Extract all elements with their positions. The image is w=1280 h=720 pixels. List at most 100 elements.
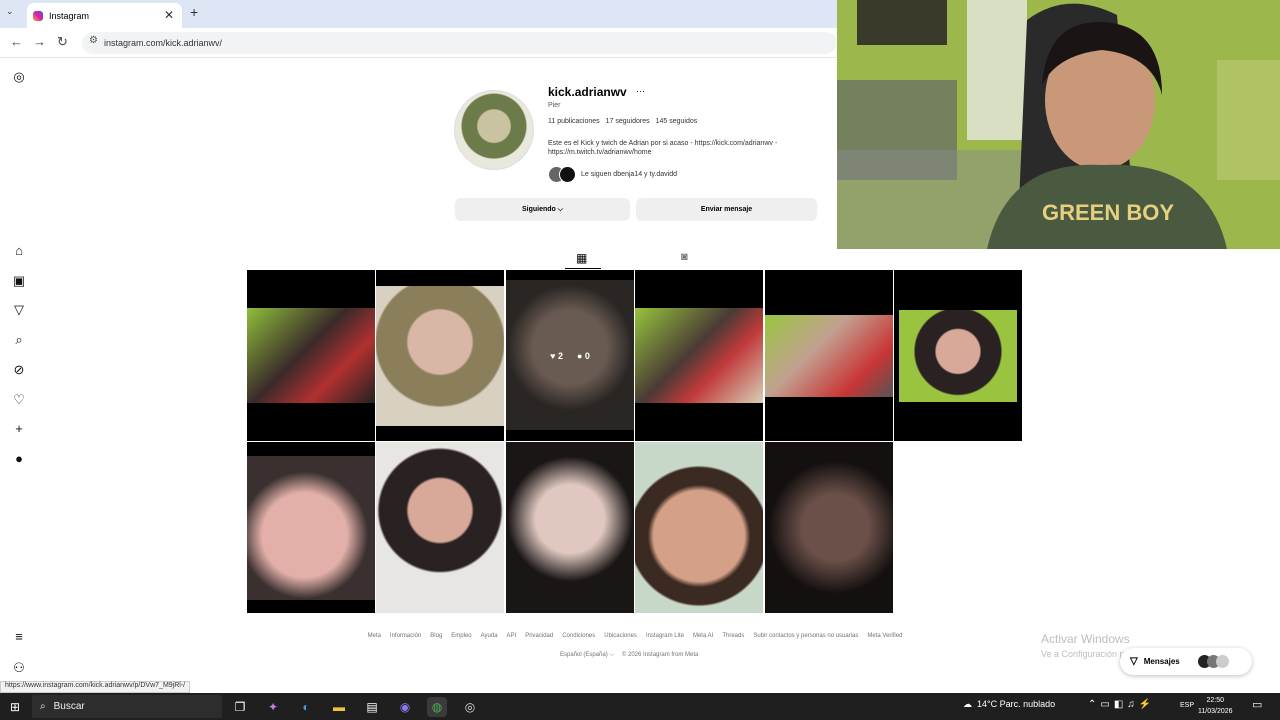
store-icon[interactable]: ▤ bbox=[362, 697, 382, 717]
status-bar-url: https://www.instagram.com/kick.adrianwv/… bbox=[0, 681, 191, 693]
post-hover-overlay: ♥ 2 ● 0 bbox=[506, 270, 634, 441]
webcam-overlay: GREEN BOY bbox=[837, 0, 1280, 249]
taskbar-search-label: Buscar bbox=[53, 701, 85, 712]
post-thumbnail[interactable] bbox=[635, 442, 763, 613]
search-icon[interactable]: ⌕ bbox=[11, 332, 27, 348]
post-image bbox=[899, 310, 1017, 402]
footer-link[interactable]: Meta Verified bbox=[867, 633, 902, 639]
explore-icon[interactable]: ⊘ bbox=[11, 362, 27, 378]
taskbar-search[interactable]: ⌕ Buscar bbox=[32, 695, 222, 718]
messages-label: Mensajes bbox=[1143, 657, 1180, 666]
file-explorer-icon[interactable]: ▬ bbox=[329, 697, 349, 717]
more-options-icon[interactable]: ··· bbox=[636, 86, 645, 96]
language-indicator[interactable]: ESP bbox=[1180, 702, 1194, 709]
footer-link[interactable]: Meta bbox=[368, 633, 381, 639]
notifications-icon[interactable]: ▭ bbox=[1252, 698, 1262, 711]
send-message-button[interactable]: Enviar mensaje bbox=[636, 198, 817, 221]
post-thumbnail[interactable] bbox=[635, 270, 763, 441]
post-thumbnail[interactable]: ♥ 2 ● 0 bbox=[506, 270, 634, 441]
also-from-meta-icon[interactable]: ⚇ bbox=[11, 660, 27, 676]
forward-icon[interactable]: → bbox=[33, 34, 46, 49]
post-thumbnail[interactable] bbox=[894, 270, 1022, 441]
followers-count[interactable]: 17 seguidores bbox=[606, 118, 650, 125]
footer-link[interactable]: Información bbox=[390, 633, 421, 639]
following-button[interactable]: Siguiendo ⌵ bbox=[455, 198, 630, 221]
post-thumbnail[interactable] bbox=[247, 270, 375, 441]
profile-stats: 11 publicaciones 17 seguidores 145 segui… bbox=[548, 118, 697, 125]
tab-title: Instagram bbox=[49, 10, 90, 21]
instagram-logo-icon[interactable]: ◎ bbox=[11, 69, 27, 85]
footer-link[interactable]: Condiciones bbox=[562, 633, 595, 639]
post-thumbnail[interactable] bbox=[506, 442, 634, 613]
footer-link[interactable]: Ubicaciones bbox=[604, 633, 637, 639]
weather-icon: ☁ bbox=[963, 699, 972, 709]
post-image bbox=[506, 442, 634, 613]
messages-avatars bbox=[1197, 655, 1229, 668]
create-icon[interactable]: + bbox=[11, 421, 27, 437]
post-image bbox=[247, 308, 375, 403]
profile-avatar-icon[interactable]: ● bbox=[11, 451, 27, 467]
copilot-icon[interactable]: ✦ bbox=[263, 697, 283, 717]
post-thumbnail[interactable] bbox=[247, 442, 375, 613]
watermark-title: Activar Windows bbox=[1041, 632, 1130, 646]
url-text: instagram.com/kick.adrianwv/ bbox=[104, 38, 223, 48]
post-thumbnail[interactable] bbox=[376, 442, 504, 613]
obs-icon[interactable]: ◎ bbox=[460, 697, 480, 717]
windows-start-icon[interactable]: ⊞ bbox=[10, 700, 20, 714]
following-count[interactable]: 145 seguidos bbox=[656, 118, 698, 125]
followed-by[interactable]: Le siguen dbenja14 y ty.davidd bbox=[548, 166, 677, 183]
footer-link[interactable]: Blog bbox=[430, 633, 442, 639]
reels-icon[interactable]: ▣ bbox=[11, 273, 27, 289]
comments-count: ● 0 bbox=[576, 350, 590, 361]
post-image bbox=[635, 308, 763, 403]
tagged-tab-icon[interactable]: ◙ bbox=[681, 251, 688, 263]
weather-text: 14°C Parc. nublado bbox=[977, 699, 1056, 709]
footer-link[interactable]: Threads bbox=[722, 633, 744, 639]
footer-link[interactable]: Empleo bbox=[451, 633, 471, 639]
taskbar-clock[interactable]: 22:50 11/03/2026 bbox=[1198, 695, 1233, 717]
task-view-icon[interactable]: ❐ bbox=[230, 697, 250, 717]
discord-icon[interactable]: ◉ bbox=[395, 697, 415, 717]
bio-line: Este es el Kick y twich de Adrian por si… bbox=[548, 140, 778, 147]
footer-link[interactable]: Privacidad bbox=[525, 633, 553, 639]
site-info-icon[interactable]: ⚙ bbox=[89, 35, 98, 46]
follower-avatar bbox=[559, 166, 576, 183]
bio-link[interactable]: https://m.twitch.tv/adrianwv/home bbox=[548, 148, 813, 157]
menu-icon[interactable]: ≡ bbox=[11, 629, 27, 645]
notifications-heart-icon[interactable]: ♡ bbox=[11, 392, 27, 408]
footer-link[interactable]: Instagram Lite bbox=[646, 633, 684, 639]
post-thumbnail[interactable] bbox=[765, 270, 893, 441]
reload-icon[interactable]: ↻ bbox=[57, 34, 68, 50]
footer-link[interactable]: Meta AI bbox=[693, 633, 713, 639]
home-icon[interactable]: ⌂ bbox=[11, 243, 27, 259]
chrome-icon[interactable]: ◍ bbox=[427, 697, 447, 717]
close-tab-icon[interactable]: ✕ bbox=[164, 8, 174, 22]
back-icon[interactable]: ← bbox=[10, 34, 23, 49]
post-image bbox=[765, 442, 893, 613]
browser-tab[interactable]: Instagram ✕ bbox=[27, 3, 182, 28]
weather-widget[interactable]: ☁ 14°C Parc. nublado bbox=[963, 699, 1055, 710]
system-tray-icons[interactable]: ⌃▭◧♫⚡ bbox=[1088, 699, 1155, 710]
browser-tab-bar: ⌄ Instagram ✕ + bbox=[0, 0, 837, 28]
profile-avatar[interactable] bbox=[454, 90, 534, 170]
post-image bbox=[765, 315, 893, 397]
post-image bbox=[247, 456, 375, 600]
post-thumbnail[interactable] bbox=[376, 270, 504, 441]
posts-grid-tab-icon[interactable]: ▦ bbox=[576, 251, 587, 265]
messages-button[interactable]: ▽ Mensajes bbox=[1120, 648, 1252, 675]
edge-icon[interactable]: ◐ bbox=[296, 697, 316, 717]
tab-menu-icon[interactable]: ⌄ bbox=[6, 6, 14, 17]
footer-link[interactable]: Subir contactos y personas no usuarias bbox=[753, 633, 858, 639]
clock-date: 11/03/2026 bbox=[1198, 708, 1233, 715]
new-tab-button[interactable]: + bbox=[190, 4, 198, 20]
post-image bbox=[635, 442, 763, 613]
posts-count: 11 publicaciones bbox=[548, 118, 600, 125]
direct-message-icon[interactable]: ▽ bbox=[11, 302, 27, 318]
browser-toolbar: ← → ↻ ⚙ instagram.com/kick.adrianwv/ bbox=[0, 28, 837, 58]
footer-link[interactable]: API bbox=[507, 633, 517, 639]
post-thumbnail[interactable] bbox=[765, 442, 893, 613]
posts-grid: ♥ 2 ● 0 bbox=[247, 270, 1023, 614]
footer-link[interactable]: Ayuda bbox=[481, 633, 498, 639]
language-select[interactable]: Español (España) ⌵ bbox=[560, 652, 614, 659]
address-bar[interactable]: ⚙ instagram.com/kick.adrianwv/ bbox=[82, 32, 837, 54]
